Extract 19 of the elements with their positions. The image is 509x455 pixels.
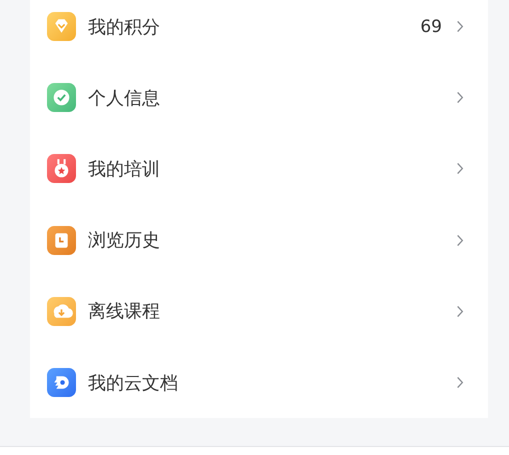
chevron-right-icon (456, 234, 464, 247)
menu-item[interactable]: 我的培训 (30, 133, 488, 205)
menu-label: 我的云文档 (88, 372, 179, 395)
menu-item[interactable]: 我的云文档 (30, 346, 488, 418)
chevron-right-icon (456, 376, 464, 390)
menu-item[interactable]: 离线课程 (30, 276, 488, 347)
chevron-right-icon (456, 20, 464, 34)
menu-item[interactable]: 浏览历史 (30, 204, 488, 276)
menu-label: 个人信息 (88, 86, 161, 110)
menu-label: 离线课程 (88, 300, 161, 324)
chevron-right-icon (456, 162, 464, 176)
menu-item[interactable]: 个人信息 (30, 62, 488, 134)
menu-label: 我的积分 (88, 16, 161, 39)
menu-item[interactable]: 我的积分 69 (30, 0, 488, 62)
chevron-right-icon (456, 304, 464, 318)
chevron-right-icon (456, 91, 464, 104)
menu-label: 我的培训 (88, 158, 161, 181)
points-value: 69 (420, 16, 442, 37)
menu-label: 浏览历史 (88, 229, 161, 252)
